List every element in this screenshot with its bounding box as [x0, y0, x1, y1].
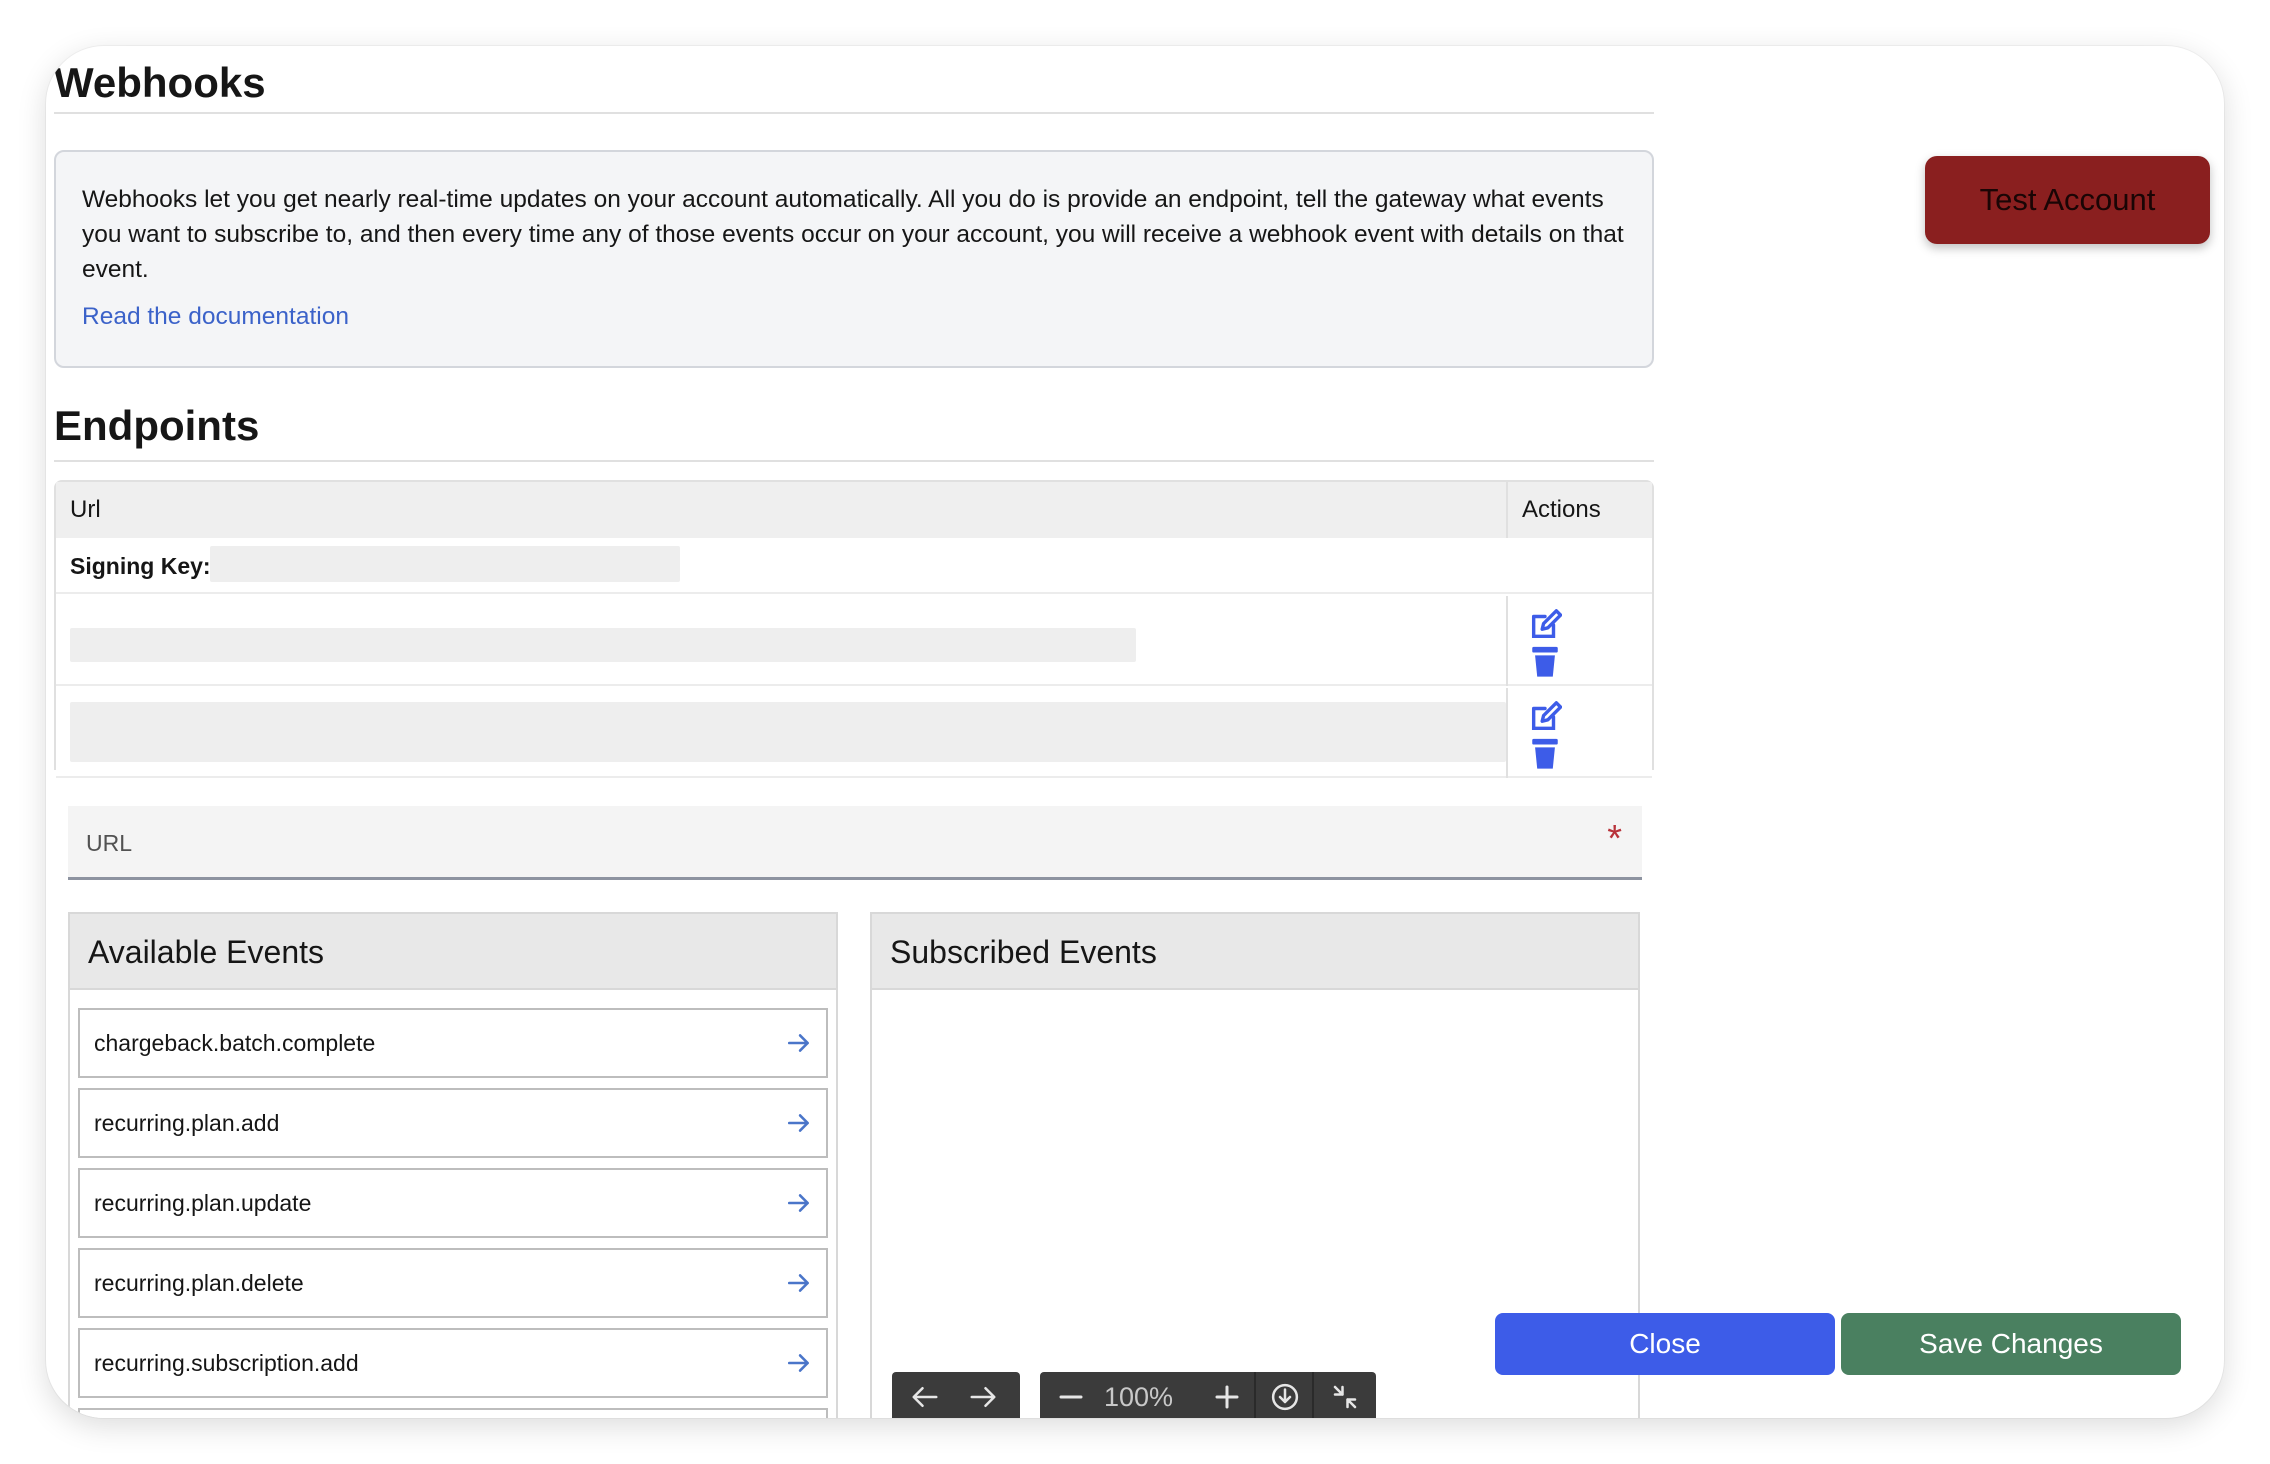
- edit-icon[interactable]: [1528, 700, 1562, 734]
- subscribed-events-title: Subscribed Events: [872, 914, 1638, 990]
- endpoint-url-redacted: [70, 628, 1136, 662]
- arrow-right-icon[interactable]: [968, 1382, 998, 1412]
- arrow-right-icon[interactable]: [786, 1270, 812, 1296]
- download-icon[interactable]: [1270, 1382, 1300, 1412]
- event-label: chargeback.batch.complete: [94, 1030, 376, 1056]
- test-account-button[interactable]: Test Account: [1925, 156, 2210, 244]
- zoom-level: 100%: [1104, 1382, 1174, 1412]
- arrow-left-icon[interactable]: [910, 1382, 940, 1412]
- endpoints-title: Endpoints: [54, 398, 1654, 462]
- list-item[interactable]: recurring.subscription.add: [78, 1328, 828, 1398]
- event-label: recurring.subscription.add: [94, 1350, 359, 1376]
- viewer-zoom-toolbar: 100%: [1040, 1372, 1376, 1418]
- list-item[interactable]: recurring.plan.delete: [78, 1248, 828, 1318]
- list-item[interactable]: chargeback.batch.complete: [78, 1008, 828, 1078]
- info-text: Webhooks let you get nearly real-time up…: [82, 186, 1624, 283]
- trash-icon[interactable]: [1528, 644, 1562, 678]
- arrow-right-icon[interactable]: [786, 1350, 812, 1376]
- collapse-icon[interactable]: [1330, 1382, 1360, 1412]
- row-actions: [1506, 688, 1652, 778]
- viewer-nav-toolbar: [892, 1372, 1020, 1418]
- url-input-label: URL: [86, 830, 133, 856]
- arrow-right-icon[interactable]: [786, 1190, 812, 1216]
- url-input[interactable]: URL *: [68, 806, 1642, 880]
- edit-icon[interactable]: [1528, 608, 1562, 642]
- event-label: recurring.plan.delete: [94, 1270, 304, 1296]
- event-label: recurring.plan.add: [94, 1110, 280, 1136]
- close-button[interactable]: Close: [1495, 1313, 1835, 1375]
- trash-icon[interactable]: [1528, 736, 1562, 770]
- signing-key-row: Signing Key:: [56, 538, 1652, 594]
- zoom-in-icon[interactable]: [1212, 1382, 1242, 1412]
- required-marker: *: [1607, 818, 1622, 860]
- save-changes-button[interactable]: Save Changes: [1841, 1313, 2181, 1375]
- zoom-out-icon[interactable]: [1056, 1382, 1086, 1412]
- arrow-right-icon[interactable]: [786, 1030, 812, 1056]
- documentation-link[interactable]: Read the documentation: [82, 303, 349, 331]
- row-actions: [1506, 596, 1652, 686]
- table-header: Url Actions: [56, 482, 1652, 538]
- endpoints-table: Url Actions Signing Key:: [54, 480, 1654, 778]
- table-row: [56, 688, 1652, 778]
- endpoint-url-redacted: [70, 702, 1506, 762]
- column-header-actions: Actions: [1522, 496, 1601, 523]
- toolbar-divider: [1312, 1372, 1314, 1418]
- list-item[interactable]: recurring.plan.update: [78, 1168, 828, 1238]
- available-events-panel: Available Events chargeback.batch.comple…: [68, 912, 838, 1418]
- page-title: Webhooks: [54, 52, 1654, 114]
- webhooks-info-box: Webhooks let you get nearly real-time up…: [54, 150, 1654, 368]
- toolbar-divider: [1254, 1372, 1256, 1418]
- app-window: Webhooks Webhooks let you get nearly rea…: [46, 46, 2224, 1418]
- event-label: recurring.plan.update: [94, 1190, 312, 1216]
- column-header-actions-cell: Actions: [1506, 482, 1652, 538]
- signing-key-redacted: [210, 546, 680, 582]
- signing-key-label: Signing Key:: [70, 553, 211, 579]
- table-row: [56, 596, 1652, 686]
- column-header-url: Url: [70, 496, 101, 523]
- arrow-right-icon[interactable]: [786, 1110, 812, 1136]
- list-item[interactable]: [78, 1408, 828, 1418]
- list-item[interactable]: recurring.plan.add: [78, 1088, 828, 1158]
- available-events-title: Available Events: [70, 914, 836, 990]
